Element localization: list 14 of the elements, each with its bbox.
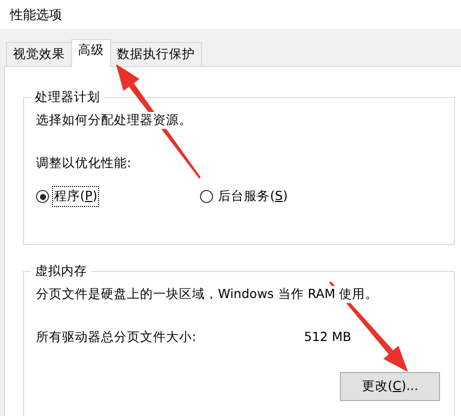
tab[interactable]: 高级 — [71, 39, 111, 67]
group-title: 虚拟内存 — [31, 263, 91, 280]
group-title: 处理器计划 — [31, 89, 104, 106]
change-button[interactable]: 更改(C)... — [340, 372, 440, 401]
tab[interactable]: 数据执行保护 — [110, 42, 202, 66]
window-title: 性能选项 — [10, 6, 62, 24]
tab[interactable]: 视觉效果 — [6, 42, 72, 66]
total-value: 512 MB — [304, 329, 352, 346]
total-label: 所有驱动器总分页文件大小: — [36, 329, 198, 346]
radio-button[interactable] — [200, 190, 213, 203]
adjust-label: 调整以优化性能: — [36, 155, 132, 172]
radio-label[interactable]: 后台服务(S) — [216, 186, 290, 207]
radio-button[interactable] — [36, 190, 49, 203]
radio-label[interactable]: 程序(P) — [52, 186, 100, 207]
